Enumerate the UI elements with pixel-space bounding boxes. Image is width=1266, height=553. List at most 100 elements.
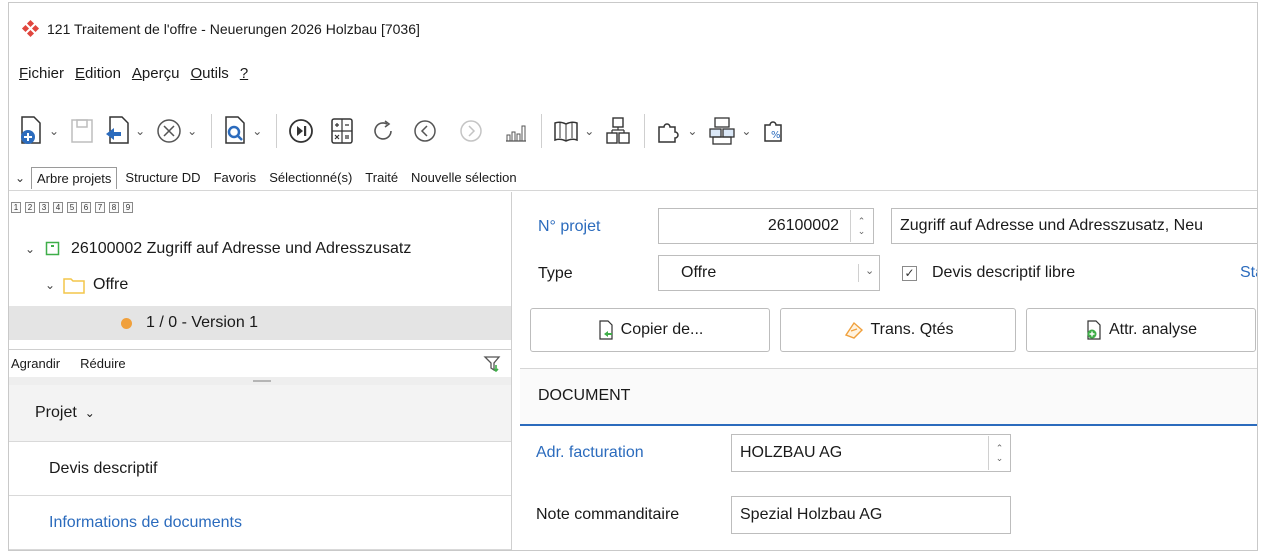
document-section-title: DOCUMENT [538,387,631,404]
chevron-left-circle-icon [414,120,436,142]
chevron-down-icon[interactable]: ⌄ [135,124,145,138]
nav-item-informations-documents[interactable]: Informations de documents [9,496,511,550]
tree-node-version[interactable]: 1 / 0 - Version 1 [9,306,511,340]
tree-level-9-button[interactable]: 9 [123,202,133,213]
tabs-collapse-chevron-icon[interactable]: ⌄ [9,171,31,185]
type-select-value: Offre [681,264,717,281]
menu-bar: Fichier Edition Aperçu Outils ? [9,59,259,87]
status-link[interactable]: Sta [1240,264,1257,282]
project-number-value: 26100002 [767,217,839,234]
filter-icon[interactable] [483,354,503,374]
previous-button[interactable] [411,111,439,151]
billing-address-spinner[interactable]: ⌃ ⌄ [988,436,1010,470]
skip-next-button[interactable] [287,111,315,151]
nav-section-projet[interactable]: Projet ⌄ [9,385,511,442]
preview-button[interactable]: ⌄ [222,111,264,151]
chevron-down-icon[interactable]: ⌄ [187,124,197,138]
project-number-spinner[interactable]: ⌃ ⌄ [850,210,872,242]
client-note-field[interactable]: Spezial Holzbau AG [731,496,1011,534]
chevron-down-icon[interactable]: ⌄ [25,242,41,256]
project-tree-panel: 1 2 3 4 5 6 7 8 9 ⌄ 26100002 Zugriff auf… [9,192,512,550]
tab-favoris[interactable]: Favoris [209,167,262,188]
puzzle-icon [658,123,679,143]
tab-structure-dd[interactable]: Structure DD [120,167,205,188]
tree-level-buttons: 1 2 3 4 5 6 7 8 9 [11,202,137,213]
type-select[interactable]: Offre [658,255,880,291]
menu-apercu[interactable]: Aperçu [132,65,180,82]
chevron-down-icon[interactable]: ⌄ [252,124,262,138]
version-status-dot-icon [121,317,132,329]
nav-item-devis-descriptif[interactable]: Devis descriptif [9,442,511,496]
collapse-button[interactable]: Réduire [80,356,126,371]
transfer-quantities-button[interactable]: Trans. Qtés [780,308,1016,352]
tab-selectionnes[interactable]: Sélectionné(s) [264,167,357,188]
chevron-down-icon[interactable]: ⌄ [49,124,59,138]
chevron-down-icon[interactable]: ⌄ [687,124,697,138]
project-description-field[interactable]: Zugriff auf Adresse und Adresszusatz, Ne… [891,208,1257,244]
menu-fichier[interactable]: Fichier [19,65,64,82]
next-button[interactable] [457,111,485,151]
project-number-label[interactable]: N° projet [538,218,600,236]
billing-address-label[interactable]: Adr. facturation [536,444,644,462]
cancel-button[interactable]: ⌄ [155,111,199,151]
tree-node-project[interactable]: ⌄ 26100002 Zugriff auf Adresse und Adres… [9,232,511,266]
tab-nouvelle-selection[interactable]: Nouvelle sélection [406,167,522,188]
percent-puzzle-icon: % [764,121,783,142]
modules-button[interactable]: ⌄ [655,111,699,151]
tree-node-offre[interactable]: ⌄ Offre [9,268,511,302]
window-title: 121 Traitement de l'offre - Neuerungen 2… [47,21,420,37]
toolbar-separator [211,114,213,148]
chevron-down-icon[interactable]: ⌄ [858,264,874,282]
new-document-icon [21,116,41,144]
tree-level-7-button[interactable]: 7 [95,202,105,213]
toolbar-separator [644,114,646,148]
document-search-icon [225,116,245,144]
tree-level-1-button[interactable]: 1 [11,202,21,213]
menu-help[interactable]: ? [240,65,248,82]
calculator-button[interactable] [329,111,355,151]
menu-edition[interactable]: Edition [75,65,121,82]
import-button[interactable]: ⌄ [103,111,147,151]
tree-level-8-button[interactable]: 8 [109,202,119,213]
chevron-down-icon[interactable]: ⌄ [45,278,61,292]
chevron-down-icon[interactable]: ⌄ [584,124,594,138]
tree-level-6-button[interactable]: 6 [81,202,91,213]
assign-analysis-button[interactable]: Attr. analyse [1026,308,1256,352]
tab-traite[interactable]: Traité [360,167,403,188]
elements-grid-icon [709,117,736,145]
chevron-down-icon: ⌄ [84,406,95,420]
copy-from-label: Copier de... [620,321,704,338]
free-spec-checkbox[interactable]: ✓ [902,266,917,281]
tree-level-4-button[interactable]: 4 [53,202,63,213]
nav-item-informations-documents-label: Informations de documents [49,513,242,531]
structure-button[interactable] [604,111,632,151]
expand-button[interactable]: Agrandir [11,356,60,371]
billing-address-field[interactable]: HOLZBAU AG [731,434,1011,472]
catalog-button[interactable]: ⌄ [552,111,596,151]
discount-button[interactable]: % [761,111,787,151]
tree-level-5-button[interactable]: 5 [67,202,77,213]
save-button[interactable] [69,111,95,151]
app-window: 121 Traitement de l'offre - Neuerungen 2… [8,2,1258,551]
tree-level-3-button[interactable]: 3 [39,202,49,213]
save-icon [71,119,93,143]
panel-splitter[interactable] [9,377,511,385]
folder-icon [63,278,85,294]
tree-node-project-label: 26100002 Zugriff auf Adresse und Adressz… [71,240,412,257]
client-note-label: Note commanditaire [536,506,680,523]
copy-from-button[interactable]: Copier de... [530,308,770,352]
project-number-field[interactable]: 26100002 [658,208,874,244]
tree-node-offre-label: Offre [93,276,129,293]
splitter-grip[interactable] [253,380,271,382]
type-label: Type [538,265,573,282]
tab-arbre-projets[interactable]: Arbre projets [31,166,118,189]
statistics-button[interactable] [503,111,529,151]
nav-item-devis-descriptif-label: Devis descriptif [49,459,158,477]
chevron-down-icon[interactable]: ⌄ [741,124,751,138]
elements-button[interactable]: ⌄ [707,111,753,151]
new-document-button[interactable]: ⌄ [17,111,61,151]
refresh-button[interactable] [369,111,397,151]
structure-icon [606,117,631,144]
tree-level-2-button[interactable]: 2 [25,202,35,213]
menu-outils[interactable]: Outils [190,65,228,82]
